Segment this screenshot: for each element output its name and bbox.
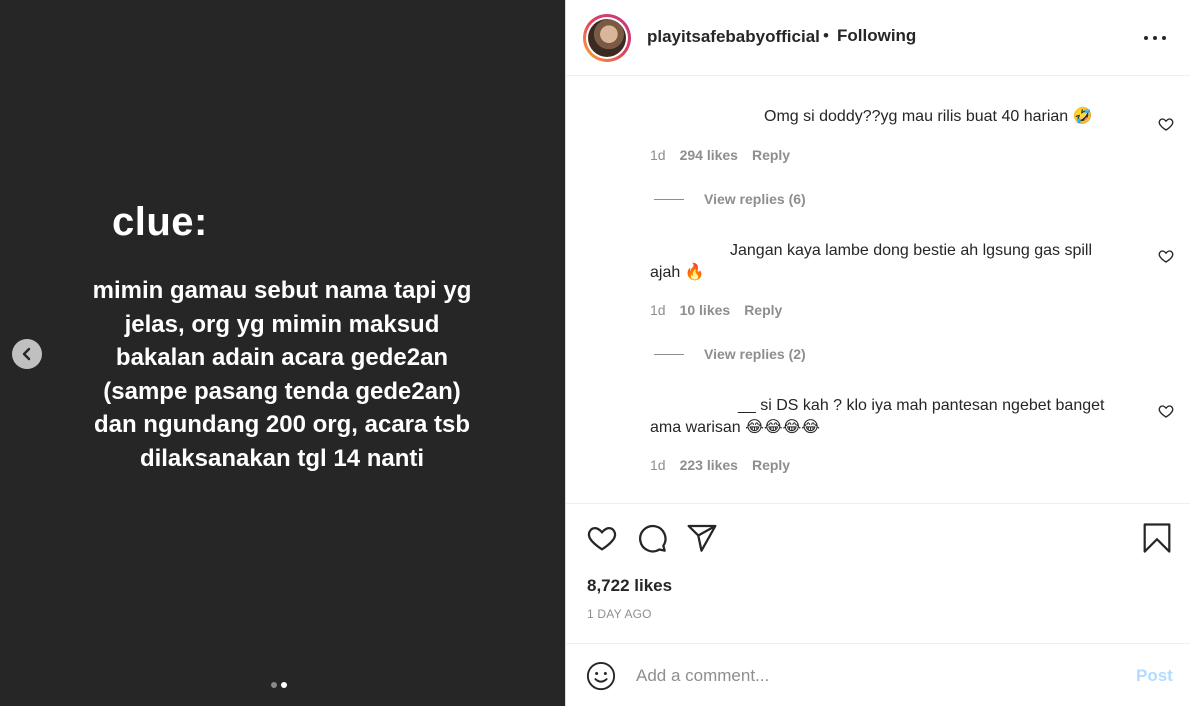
- slide-dot-active: [281, 682, 287, 688]
- post-actions: 8,722 likes 1 DAY AGO: [566, 503, 1190, 643]
- slide-line: dan ngundang 200 org, acara tsb: [93, 411, 471, 438]
- previous-slide-button[interactable]: [12, 339, 42, 369]
- add-comment-input[interactable]: [636, 662, 1106, 690]
- reply-button[interactable]: Reply: [752, 147, 790, 163]
- slide-body: mimin gamau sebut nama tapi yg jelas, or…: [60, 274, 504, 475]
- slide-line: jelas, org yg mimin maksud: [124, 310, 440, 338]
- post-likes-count[interactable]: 8,722 likes: [587, 576, 672, 596]
- comment-meta: 1d 10 likes Reply: [650, 302, 782, 318]
- slide-line: dilaksanakan tgl 14 nanti: [139, 444, 425, 472]
- comment-time: 1d: [650, 457, 666, 473]
- comment-like-heart-icon[interactable]: [1158, 116, 1174, 132]
- view-replies-button[interactable]: View replies (2): [654, 346, 806, 362]
- comment-text: Jangan kaya lambe dong bestie ah lgsung …: [650, 242, 1093, 281]
- slide-line: bakalan adain acara gede2an: [115, 344, 449, 371]
- chevron-left-icon: [22, 347, 31, 361]
- view-replies-label: View replies (2): [704, 346, 806, 362]
- post-media: clue: mimin gamau sebut nama tapi yg jel…: [0, 0, 565, 706]
- comment-time: 1d: [650, 302, 666, 318]
- slide-dot: [271, 682, 277, 688]
- post-panel: playitsafebabyofficial • Following Omg s…: [565, 0, 1190, 706]
- slide-line: mimin gamau sebut nama tapi yg: [92, 277, 472, 304]
- post-header: playitsafebabyofficial • Following: [566, 0, 1190, 76]
- add-comment-bar: Post: [566, 643, 1190, 706]
- slide-line: (sampe pasang tenda gede2an): [103, 377, 461, 405]
- save-bookmark-icon[interactable]: [1142, 522, 1172, 554]
- slide-indicator: [271, 682, 287, 688]
- comment-likes[interactable]: 10 likes: [680, 302, 731, 318]
- emoji-smile-icon[interactable]: [586, 661, 616, 691]
- reply-button[interactable]: Reply: [752, 457, 790, 473]
- header-separator: •: [823, 26, 829, 45]
- more-options-icon[interactable]: [1144, 28, 1166, 48]
- slide-title: clue:: [112, 200, 208, 244]
- post-comment-button[interactable]: Post: [1136, 666, 1173, 686]
- comment-bubble-icon[interactable]: [636, 522, 668, 554]
- comment-like-heart-icon[interactable]: [1158, 403, 1174, 419]
- following-button[interactable]: Following: [837, 26, 916, 46]
- avatar-image: [588, 19, 626, 57]
- comment-text: Omg si doddy??yg mau rilis buat 40 haria…: [764, 108, 1093, 125]
- username-link[interactable]: playitsafebabyofficial: [647, 27, 820, 47]
- comment-likes[interactable]: 294 likes: [680, 147, 738, 163]
- comment-meta: 1d 294 likes Reply: [650, 147, 790, 163]
- comment-like-heart-icon[interactable]: [1158, 248, 1174, 264]
- avatar[interactable]: [583, 14, 631, 62]
- reply-button[interactable]: Reply: [744, 302, 782, 318]
- comment-text: __ si DS kah ? klo iya mah pantesan ngeb…: [650, 397, 1105, 436]
- view-replies-button[interactable]: View replies (6): [654, 191, 806, 207]
- comment-meta: 1d 223 likes Reply: [650, 457, 790, 473]
- view-replies-label: View replies (6): [704, 191, 806, 207]
- comment-time: 1d: [650, 147, 666, 163]
- post-time: 1 DAY AGO: [587, 607, 652, 621]
- share-send-icon[interactable]: [686, 522, 718, 554]
- like-heart-icon[interactable]: [586, 522, 618, 554]
- comment-likes[interactable]: 223 likes: [680, 457, 738, 473]
